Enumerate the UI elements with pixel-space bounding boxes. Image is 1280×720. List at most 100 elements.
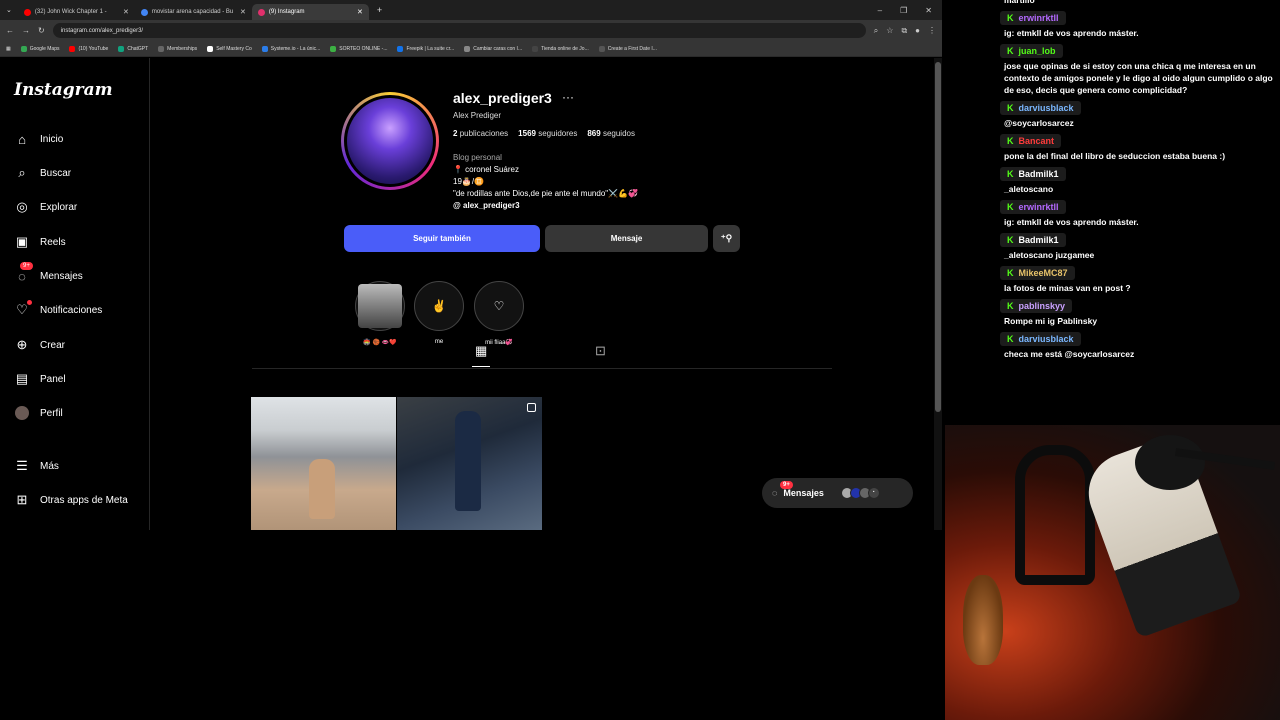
profile-category: Blog personal: [453, 153, 502, 162]
bookmark[interactable]: Memberships: [158, 45, 197, 52]
back-icon[interactable]: ←: [6, 26, 14, 35]
chat-username[interactable]: Kjuan_lob: [1000, 44, 1063, 58]
new-tab-icon[interactable]: +: [369, 5, 390, 15]
messages-floating-button[interactable]: ◌ 9+ Mensajes ·: [762, 478, 913, 508]
chat-username[interactable]: K Bancant: [1000, 134, 1062, 148]
apps-icon[interactable]: ▦: [6, 46, 11, 52]
bookmark-label: Systeme.io - La únic...: [270, 45, 321, 52]
nav-item-perfil[interactable]: Perfil: [14, 405, 63, 421]
page-scrollbar[interactable]: [934, 58, 942, 530]
close-window-icon[interactable]: ✕: [925, 6, 932, 15]
zoom-icon[interactable]: ⌕: [874, 26, 878, 36]
highlight[interactable]: 🏟️ 🏀 👄❤️: [354, 281, 406, 346]
close-icon[interactable]: ✕: [240, 8, 246, 16]
suggest-user-button[interactable]: ⁺⚲: [713, 225, 740, 252]
bookmark-icon: [158, 45, 165, 52]
plus-icon: ⊕: [16, 337, 28, 352]
chat-username[interactable]: Kerwinrktll: [1000, 11, 1066, 25]
chat-username[interactable]: K MikeeMC87: [1000, 266, 1075, 280]
bookmark[interactable]: Cambiar caras con I...: [464, 45, 522, 52]
bookmark-label: Self Mastery Co: [216, 45, 252, 52]
kebab-menu-icon[interactable]: ⋮: [928, 26, 936, 35]
nav-label: Más: [40, 460, 59, 472]
bookmark[interactable]: SORTEO ONLINE -...: [330, 45, 388, 52]
nav-label: Panel: [40, 373, 66, 385]
star-icon[interactable]: ☆: [886, 26, 893, 35]
browser-tab[interactable]: movistar arena capacidad - Bu ✕: [135, 4, 252, 20]
sidebar: Instagram ⌂ Inicio ⌕ Buscar ◎ Explorar ▣ Ree…: [0, 58, 150, 530]
minimize-icon[interactable]: –: [878, 6, 882, 15]
chat-username[interactable]: Kdarviusblack: [1000, 101, 1081, 115]
url-field[interactable]: instagram.com/alex_prediger3/: [52, 23, 866, 38]
browser-tab[interactable]: (32) John Wick Chapter 1 - ✕: [18, 4, 135, 20]
youtube-icon: [23, 8, 31, 16]
nav-item-notificaciones[interactable]: ♡ Notificaciones: [14, 300, 102, 318]
chatgpt-icon: [118, 45, 125, 52]
tab-tagged-icon[interactable]: ⊡: [595, 343, 606, 359]
highlight-cover: [355, 281, 405, 331]
chat-message: Kpablinskyy Rompe mi ig Pablinsky: [1000, 299, 1280, 327]
chat-username[interactable]: Kdarviusblack: [1000, 332, 1081, 346]
bookmarks-bar: ▦ Google Maps (10) YouTube ChatGPT Membe…: [0, 41, 942, 57]
chat-username[interactable]: K Badmilk1: [1000, 233, 1066, 247]
nav-item-crear[interactable]: ⊕ Crear: [14, 337, 65, 353]
bookmark[interactable]: Tienda online de Jo...: [532, 45, 589, 52]
kick-badge-icon: K: [1007, 46, 1014, 56]
peace-hand-icon: ✌: [431, 299, 447, 313]
bio-line: 📍 coronel Suárez: [453, 165, 519, 174]
profile-avatar[interactable]: [341, 92, 439, 190]
bookmark[interactable]: Freepik | La suite cr...: [397, 45, 455, 52]
stream-chat: martillo Kerwinrktll ig: etmkll de vos apr…: [1000, 0, 1280, 418]
post-thumbnail[interactable]: [251, 397, 396, 530]
nav-item-reels[interactable]: ▣ Reels: [14, 234, 66, 250]
profile-icon[interactable]: ●: [915, 26, 920, 35]
message-button[interactable]: Mensaje: [545, 225, 708, 252]
bookmark-label: Google Maps: [29, 45, 60, 52]
bookmark[interactable]: ChatGPT: [118, 45, 148, 52]
nav-item-mas[interactable]: ☰ Más: [14, 458, 59, 474]
following-count[interactable]: 869 seguidos: [587, 129, 635, 138]
nav-item-panel[interactable]: ▤ Panel: [14, 371, 66, 387]
restore-icon[interactable]: ❐: [900, 6, 907, 15]
bookmark[interactable]: Systeme.io - La únic...: [261, 45, 321, 52]
highlight[interactable]: ✌ me: [413, 281, 465, 345]
browser-tab-active[interactable]: (9) Instagram ✕: [251, 4, 369, 20]
notification-dot: [27, 300, 32, 305]
nav-label: Reels: [40, 236, 66, 248]
followers-count[interactable]: 1569 seguidores: [518, 129, 577, 138]
nav-item-explorar[interactable]: ◎ Explorar: [14, 199, 77, 215]
instagram-logo[interactable]: Instagram: [14, 80, 113, 100]
close-icon[interactable]: ✕: [123, 8, 129, 16]
nav-item-otras-apps[interactable]: ⊞ Otras apps de Meta: [14, 492, 128, 508]
home-icon: ⌂: [18, 131, 26, 147]
tab-title: (32) John Wick Chapter 1 -: [34, 9, 107, 15]
bookmark[interactable]: Google Maps: [20, 45, 60, 52]
bookmark[interactable]: (10) YouTube: [69, 45, 108, 52]
nav-item-mensajes[interactable]: ◌ 9+ Mensajes: [14, 262, 83, 284]
follow-button[interactable]: Seguir también: [344, 225, 540, 252]
more-options-icon[interactable]: ···: [562, 90, 574, 104]
bookmark[interactable]: Create a First Date I...: [598, 45, 657, 52]
chat-username[interactable]: Kerwinrktll: [1000, 200, 1066, 214]
forward-icon[interactable]: →: [22, 26, 30, 35]
chat-username[interactable]: K Badmilk1: [1000, 167, 1066, 181]
bookmark-label: Freepik | La suite cr...: [406, 45, 455, 52]
bookmark-label: SORTEO ONLINE -...: [339, 45, 388, 52]
chat-message: Kdarviusblack checa me está @soycarlosarc…: [1000, 332, 1280, 360]
kick-badge-icon: K: [1007, 202, 1014, 212]
threads-link[interactable]: @ alex_prediger3: [453, 200, 638, 212]
nav-item-inicio[interactable]: ⌂ Inicio: [14, 131, 63, 147]
post-thumbnail[interactable]: [397, 397, 542, 530]
tab-search-icon[interactable]: ⌄: [0, 6, 18, 14]
chat-username[interactable]: Kpablinskyy: [1000, 299, 1073, 313]
extensions-icon[interactable]: ⧉: [901, 26, 907, 36]
threads-icon: @: [453, 201, 461, 210]
nav-label: Perfil: [40, 407, 63, 419]
bookmark-icon: [598, 45, 605, 52]
nav-item-buscar[interactable]: ⌕ Buscar: [14, 165, 71, 181]
reload-icon[interactable]: ↻: [38, 26, 45, 35]
bookmark[interactable]: Self Mastery Co: [207, 45, 252, 52]
tab-posts-grid-icon[interactable]: ▦: [471, 343, 491, 367]
close-icon[interactable]: ✕: [357, 8, 363, 16]
highlight[interactable]: ♡ mii fliaa💞: [473, 281, 525, 346]
